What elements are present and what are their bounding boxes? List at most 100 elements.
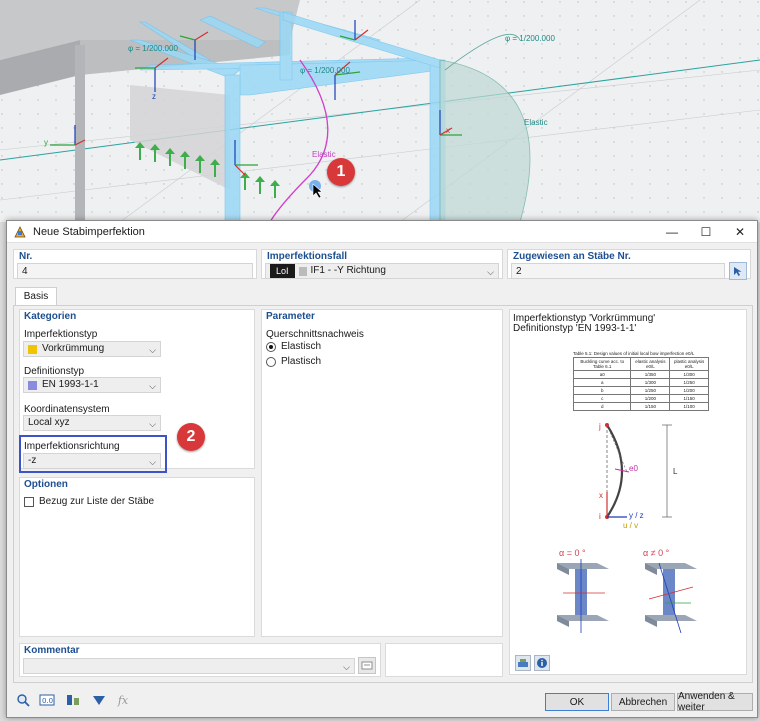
units-icon: 0.0 [39,694,55,706]
list-reference-label: Bezug zur Liste der Stäbe [39,496,155,507]
alpha-nonzero-label: α ≠ 0 ° [643,548,670,558]
table-cell: d [572,402,632,411]
viewport-label-ratio3: φ = 1/200.000 [505,34,555,43]
table-cell: 1/300 [669,370,709,379]
dir-select[interactable]: -z ⌵ [23,453,161,469]
dir-value: -z [28,455,37,466]
close-button[interactable]: ✕ [723,221,757,243]
formula-icon: f𝑥 [117,693,129,707]
info-graphic-button[interactable] [515,655,531,671]
viewport-label-ratio1: φ = 1/200.000 [128,44,178,53]
case-select[interactable]: LoI IF1 - -Y Richtung ⌵ [265,263,499,279]
section-button[interactable] [63,691,83,709]
kategorien-header: Kategorien [24,311,77,322]
coord-select[interactable]: Local xyz ⌵ [23,415,161,431]
chevron-down-icon: ⌵ [149,419,156,429]
cancel-button[interactable]: Abbrechen [611,693,675,711]
case-label: Imperfektionsfall [267,251,348,262]
nr-label: Nr. [19,251,33,262]
def-type-select[interactable]: EN 1993-1-1 ⌵ [23,377,161,393]
info-line2: Definitionstyp 'EN 1993-1-1' [513,323,637,334]
viewport-label-ratio2: φ = 1/200.000 [300,66,350,75]
dialog-title: Neue Stabimperfektion [33,225,145,238]
table-title: Table 5.1: Design values of initial loca… [573,351,695,356]
assigned-field[interactable]: 2 [511,263,725,279]
table-cell: b [572,386,632,395]
search-icon [17,694,30,707]
design-values-table: Table 5.1: Design values of initial loca… [572,351,709,411]
minimize-button[interactable]: — [655,221,689,243]
chevron-down-icon: ⌵ [149,457,156,467]
table-cell: 1/200 [630,394,671,403]
info-details-button[interactable] [534,655,550,671]
search-button[interactable] [13,691,33,709]
svg-text:0.0: 0.0 [42,697,53,705]
chevron-down-icon: ⌵ [149,345,156,355]
axis-label-y: y [44,138,48,147]
callout-badge-1: 1 [327,158,355,186]
coord-value: Local xyz [28,417,70,428]
table-cell: 1/250 [630,386,671,395]
assigned-label: Zugewiesen an Stäbe Nr. [513,251,631,262]
pick-members-button[interactable] [729,262,747,280]
tab-basis-label: Basis [23,291,49,302]
table-cell: 1/150 [669,394,709,403]
imp-type-value: Vorkrümmung [42,343,105,354]
chevron-down-icon: ⌵ [487,267,494,277]
table-cell: 1/200 [669,386,709,395]
parameter-header: Parameter [266,311,315,322]
dialog-titlebar: Neue Stabimperfektion — ☐ ✕ [7,221,757,243]
model-viewport[interactable]: φ = 1/200.000 φ = 1/200.000 φ = 1/200.00… [0,0,760,222]
kommentar-select[interactable]: ⌵ [23,658,355,674]
apply-continue-button[interactable]: Anwenden & weiter [677,691,753,713]
coord-label: Koordinatensystem [24,404,110,415]
new-member-imperfection-dialog: Neue Stabimperfektion — ☐ ✕ Nr. 4 Imperf… [6,220,758,718]
elastic-radio[interactable] [266,342,276,352]
callout-badge-2: 2 [177,423,205,451]
table-header-cell: Buckling curve acc. to Table 6.1 [572,357,632,371]
ok-label: OK [569,696,585,708]
formula-button[interactable]: f𝑥 [113,691,133,709]
diagram-label-x: x [599,491,603,500]
def-type-value: EN 1993-1-1 [42,379,99,390]
imp-type-select[interactable]: Vorkrümmung ⌵ [23,341,161,357]
bow-imperfection-diagram [605,423,672,519]
list-reference-checkbox[interactable] [24,497,34,507]
plastic-radio[interactable] [266,357,276,367]
case-value: IF1 - -Y Richtung [310,265,386,276]
table-cell: 1/150 [630,402,671,411]
cursor-pick-icon [734,267,742,276]
imp-type-swatch [28,344,37,354]
diagram-label-e0: e0 [629,464,638,473]
viewport-label-elastic2: Elastic [524,118,548,127]
edit-comment-icon [361,661,373,669]
section-icon [67,695,79,705]
table-cell: c [572,394,632,403]
ok-button[interactable]: OK [545,693,609,711]
table-cell: 1/100 [669,402,709,411]
chevron-down-icon: ⌵ [343,662,350,672]
info-icon [537,658,547,668]
units-button[interactable]: 0.0 [37,691,57,709]
ibeam-alpha-nonzero-icon [645,562,697,633]
chevron-down-icon: ⌵ [149,381,156,391]
model-graphics [0,0,760,222]
maximize-button[interactable]: ☐ [689,221,723,243]
cross-section-check-label: Querschnittsnachweis [266,329,364,340]
structure-icon [518,659,528,667]
diagram-label-L: L [673,467,678,476]
table-grid: Buckling curve acc. to Table 6.1 elastic… [572,357,709,411]
cancel-label: Abbrechen [618,696,668,708]
table-cell: a [572,378,632,387]
kommentar-edit-button[interactable] [358,657,376,674]
def-type-label: Definitionstyp [24,366,85,377]
tab-basis[interactable]: Basis [15,287,57,305]
table-header-cell: elastic analysis e0/L [630,357,671,371]
imp-type-label: Imperfektionstyp [24,329,98,340]
display-button[interactable] [89,691,109,709]
def-type-swatch [28,380,37,390]
table-cell: 1/300 [630,378,671,387]
table-cell: 1/350 [630,370,671,379]
optionen-header: Optionen [24,479,68,490]
nr-field[interactable]: 4 [17,263,253,279]
